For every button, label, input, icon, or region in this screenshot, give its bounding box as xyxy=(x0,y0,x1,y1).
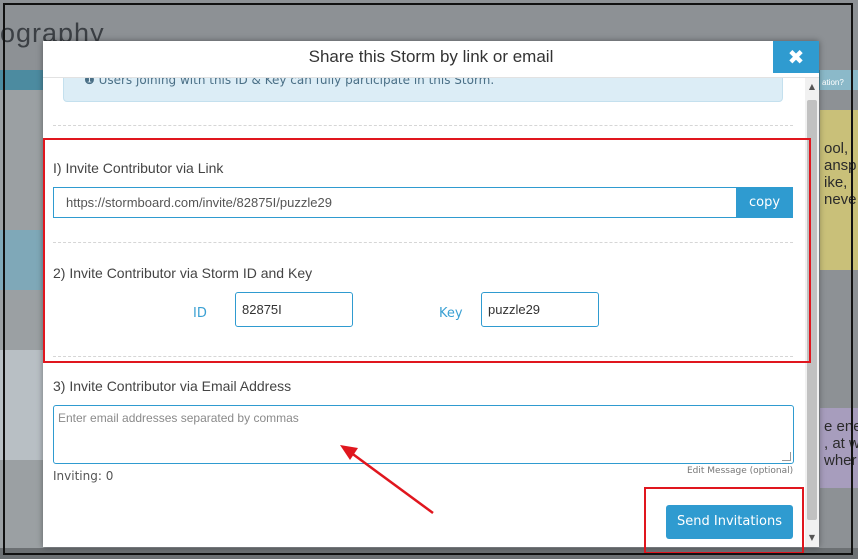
scroll-up-icon[interactable]: ▲ xyxy=(805,80,819,94)
edit-message-link[interactable]: Edit Message (optional) xyxy=(687,466,793,476)
info-notice: ❶ Users joining with this ID & Key can f… xyxy=(63,78,783,102)
background-card xyxy=(0,230,44,290)
dialog-header: Share this Storm by link or email ✖ xyxy=(43,41,819,78)
invite-email-heading: 3) Invite Contributor via Email Address xyxy=(53,378,292,394)
scrollbar-thumb[interactable] xyxy=(807,100,817,520)
send-invitations-button[interactable]: Send Invitations xyxy=(666,505,793,539)
invite-link-field[interactable]: https://stormboard.com/invite/82875I/puz… xyxy=(53,187,736,218)
background-sticky-note: e ene , at w wher xyxy=(820,408,858,488)
background-sticky-note: ool, ansp ike, neve xyxy=(820,110,858,270)
info-notice-text: ❶ Users joining with this ID & Key can f… xyxy=(84,78,495,87)
dialog-body: ❶ Users joining with this ID & Key can f… xyxy=(43,78,805,547)
background-tag: ation? xyxy=(820,70,858,90)
divider xyxy=(53,242,793,243)
close-button[interactable]: ✖ xyxy=(773,41,819,73)
dialog-scrollbar[interactable]: ▲ ▼ xyxy=(805,78,819,547)
storm-id-label: ID xyxy=(193,306,207,321)
email-placeholder: Enter email addresses separated by comma… xyxy=(58,411,299,425)
divider xyxy=(53,356,793,357)
share-dialog: Share this Storm by link or email ✖ ❶ Us… xyxy=(43,41,819,547)
background-tag-text: ation? xyxy=(822,78,844,87)
background-left-column xyxy=(0,90,44,550)
background-toolbar xyxy=(0,548,858,559)
scroll-down-icon[interactable]: ▼ xyxy=(805,531,819,545)
dialog-title: Share this Storm by link or email xyxy=(308,47,554,66)
storm-id-field[interactable]: 82875I xyxy=(235,292,353,327)
storm-key-label: Key xyxy=(439,306,463,321)
invite-id-key-heading: 2) Invite Contributor via Storm ID and K… xyxy=(53,265,313,281)
background-note-text: e ene , at w wher xyxy=(824,418,858,469)
inviting-count: Inviting: 0 xyxy=(53,469,114,483)
email-addresses-textarea[interactable]: Enter email addresses separated by comma… xyxy=(53,405,794,464)
copy-link-button[interactable]: copy xyxy=(736,187,793,218)
background-image-card xyxy=(0,350,44,460)
resize-handle-icon[interactable] xyxy=(782,452,791,461)
invite-link-heading: I) Invite Contributor via Link xyxy=(53,160,224,176)
background-note-text: ool, ansp ike, neve xyxy=(824,140,857,208)
divider xyxy=(53,125,793,126)
storm-key-field[interactable]: puzzle29 xyxy=(481,292,599,327)
